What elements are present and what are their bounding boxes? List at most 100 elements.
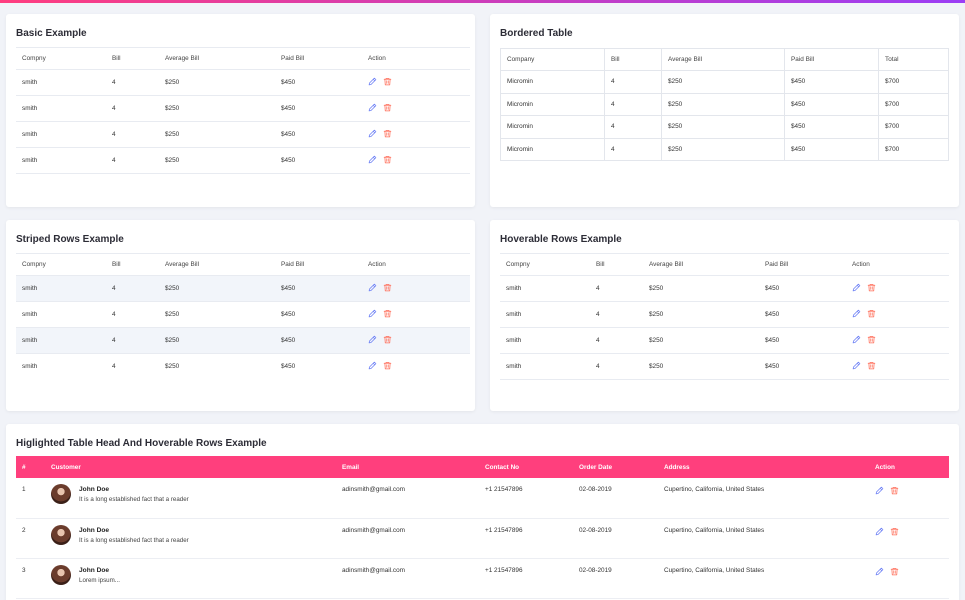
pencil-icon	[852, 335, 861, 344]
pencil-icon	[368, 129, 377, 138]
cell: 4	[106, 95, 159, 122]
col-header: Paid Bill	[759, 253, 846, 276]
table-row[interactable]: 1 John Doe It is a long established fact t…	[16, 478, 949, 519]
card-title: Basic Example	[16, 28, 87, 39]
table-row: smith 4 $250 $450	[16, 275, 470, 302]
edit-button[interactable]	[852, 283, 861, 292]
pencil-icon	[852, 283, 861, 292]
col-header: Order Date	[573, 456, 658, 478]
card-title: Bordered Table	[500, 28, 573, 39]
col-header: Bill	[106, 47, 159, 70]
cell: 4	[106, 301, 159, 328]
delete-button[interactable]	[383, 129, 392, 138]
trash-icon	[890, 527, 899, 535]
cell: smith	[16, 301, 106, 328]
col-header: Action	[846, 253, 949, 276]
edit-button[interactable]	[852, 309, 861, 318]
delete-button[interactable]	[867, 361, 876, 370]
edit-button[interactable]	[852, 361, 861, 370]
trash-icon	[890, 567, 899, 575]
delete-button[interactable]	[890, 567, 899, 576]
cell: 4	[604, 92, 662, 116]
table-row[interactable]: smith 4 $250 $450	[500, 327, 949, 354]
col-header: Bill	[106, 253, 159, 276]
cell: smith	[16, 353, 106, 380]
cell: smith	[500, 327, 590, 354]
edit-button[interactable]	[875, 567, 884, 576]
table-row[interactable]: 3 John Doe Lorem ipsum... adinsmith@gmail.c…	[16, 558, 949, 599]
edit-button[interactable]	[875, 486, 884, 495]
delete-button[interactable]	[383, 155, 392, 164]
col-header: Bill	[604, 48, 662, 71]
edit-button[interactable]	[852, 335, 861, 344]
edit-button[interactable]	[875, 527, 884, 536]
delete-button[interactable]	[383, 77, 392, 86]
edit-button[interactable]	[368, 155, 377, 164]
edit-button[interactable]	[368, 77, 377, 86]
row-number: 1	[16, 478, 45, 519]
table-row: Micromin 4 $250 $450 $700	[500, 92, 949, 116]
edit-button[interactable]	[368, 309, 377, 318]
col-header: Compny	[500, 253, 590, 276]
delete-button[interactable]	[383, 335, 392, 344]
edit-button[interactable]	[368, 283, 377, 292]
cell: $250	[643, 327, 759, 354]
contact-cell: +1 21547896	[479, 558, 573, 599]
delete-button[interactable]	[867, 335, 876, 344]
card-title: Higlighted Table Head And Hoverable Rows…	[16, 438, 267, 449]
delete-button[interactable]	[867, 283, 876, 292]
trash-icon	[867, 362, 876, 370]
table-row[interactable]: smith 4 $250 $450	[500, 275, 949, 302]
edit-button[interactable]	[368, 335, 377, 344]
customer-name: John Doe	[79, 566, 110, 574]
pencil-icon	[875, 567, 884, 575]
edit-button[interactable]	[368, 129, 377, 138]
cell: 4	[590, 327, 643, 354]
delete-button[interactable]	[383, 361, 392, 370]
col-header: Email	[336, 456, 479, 478]
delete-button[interactable]	[383, 309, 392, 318]
delete-button[interactable]	[383, 283, 392, 292]
cell: $450	[275, 275, 362, 302]
delete-button[interactable]	[890, 486, 899, 495]
contact-cell: +1 21547896	[479, 478, 573, 519]
trash-icon	[383, 284, 392, 292]
delete-button[interactable]	[867, 309, 876, 318]
customer-description: It is a long established fact that a rea…	[79, 536, 189, 544]
cell: $250	[159, 353, 275, 380]
address-cell: Cupertino, California, United States	[658, 518, 869, 559]
table-row[interactable]: 2 John Doe It is a long established fact t…	[16, 518, 949, 559]
action-cell	[362, 301, 470, 328]
cell: smith	[16, 327, 106, 354]
table-row[interactable]: smith 4 $250 $450	[500, 301, 949, 328]
cell: 4	[106, 353, 159, 380]
pencil-icon	[368, 362, 377, 370]
card-title: Striped Rows Example	[16, 234, 124, 245]
delete-button[interactable]	[890, 527, 899, 536]
col-header: Action	[362, 47, 470, 70]
table-row[interactable]: smith 4 $250 $450	[500, 353, 949, 380]
col-header: Average Bill	[643, 253, 759, 276]
email-cell: adinsmith@gmail.com	[336, 478, 479, 519]
edit-button[interactable]	[368, 103, 377, 112]
order-date-cell: 02-08-2019	[573, 518, 658, 559]
cell: smith	[500, 353, 590, 380]
action-cell	[869, 558, 949, 599]
col-header: Contact No	[479, 456, 573, 478]
delete-button[interactable]	[383, 103, 392, 112]
cell: $450	[759, 327, 846, 354]
row-number: 3	[16, 558, 45, 599]
cell: $700	[878, 115, 949, 139]
address-cell: Cupertino, California, United States	[658, 478, 869, 519]
avatar	[51, 524, 71, 545]
pencil-icon	[852, 309, 861, 318]
action-cell	[362, 275, 470, 302]
trash-icon	[383, 130, 392, 138]
col-header: Customer	[45, 456, 336, 478]
edit-button[interactable]	[368, 361, 377, 370]
cell: $250	[643, 275, 759, 302]
action-cell	[362, 147, 470, 174]
email-cell: adinsmith@gmail.com	[336, 518, 479, 559]
cell: $250	[159, 95, 275, 122]
cell: $450	[759, 353, 846, 380]
